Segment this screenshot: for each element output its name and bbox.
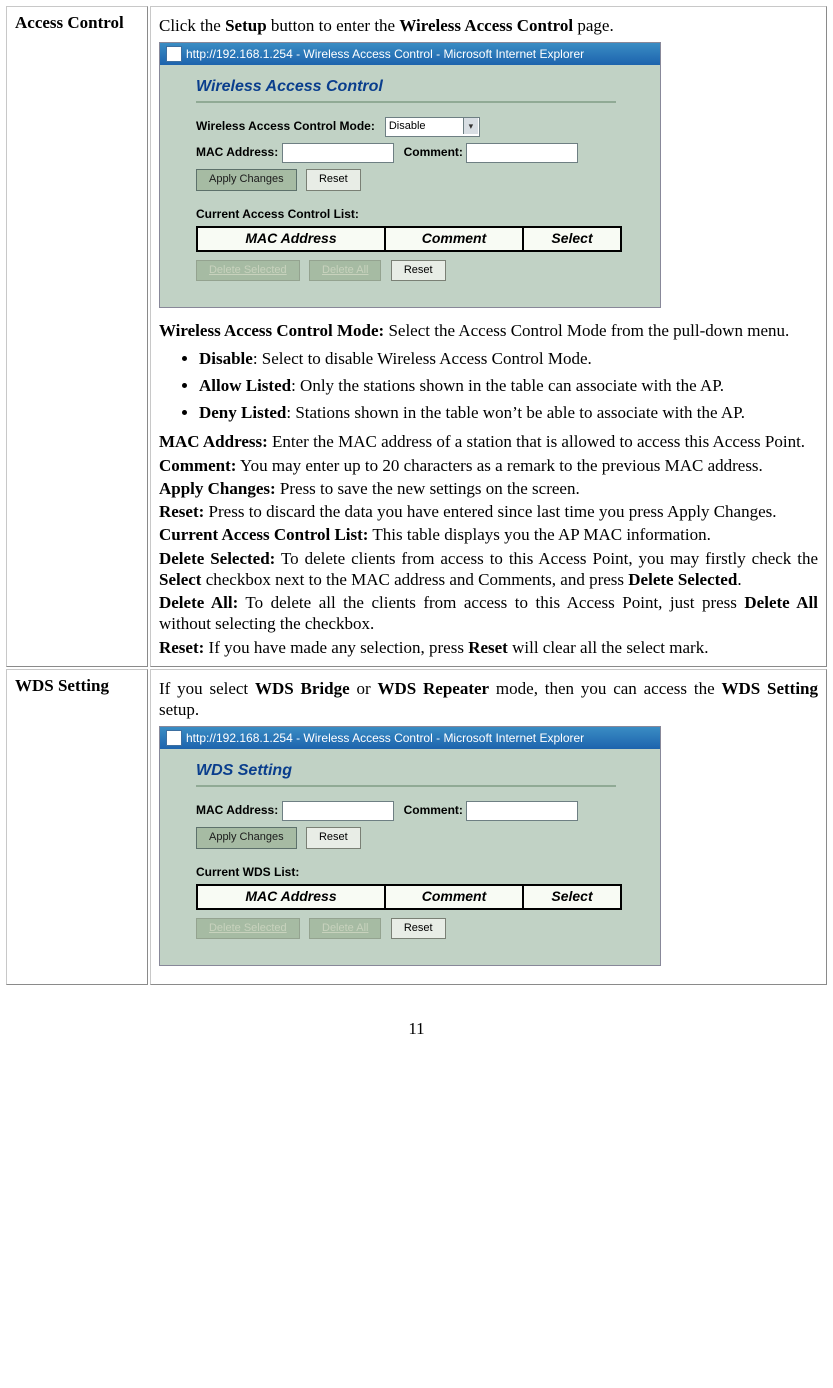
- window-title-text: http://192.168.1.254 - Wireless Access C…: [186, 47, 584, 62]
- panel-heading: Wireless Access Control: [196, 77, 616, 103]
- comment-input[interactable]: [466, 801, 578, 821]
- mode-list: Disable: Select to disable Wireless Acce…: [159, 348, 818, 424]
- mac-input[interactable]: [282, 801, 394, 821]
- row-mode: Wireless Access Control Mode: Disable: [196, 117, 644, 137]
- delete-selected-button[interactable]: Delete Selected: [196, 918, 300, 940]
- mode-select[interactable]: Disable: [385, 117, 480, 137]
- mac-label: MAC Address:: [196, 803, 278, 817]
- mac-label: MAC Address:: [196, 145, 278, 159]
- reset2-line: Reset: If you have made any selection, p…: [159, 637, 818, 658]
- comment-line: Comment: You may enter up to 20 characte…: [159, 455, 818, 476]
- reset-button[interactable]: Reset: [306, 827, 361, 849]
- wacm-line: Wireless Access Control Mode: Select the…: [159, 320, 818, 341]
- mac-line: MAC Address: Enter the MAC address of a …: [159, 431, 818, 452]
- window-titlebar: http://192.168.1.254 - Wireless Access C…: [160, 43, 660, 65]
- intro-line-1: Click the Setup button to enter the Wire…: [159, 15, 818, 36]
- reset-list-button[interactable]: Reset: [391, 260, 446, 282]
- comment-input[interactable]: [466, 143, 578, 163]
- screenshot-wds-setting: http://192.168.1.254 - Wireless Access C…: [159, 726, 661, 966]
- definition-table: Access Control Click the Setup button to…: [4, 4, 829, 987]
- mode-deny-item: Deny Listed: Stations shown in the table…: [199, 402, 818, 423]
- page-number: 11: [0, 1019, 833, 1039]
- th-mac: MAC Address: [197, 227, 385, 251]
- comment-label: Comment:: [404, 803, 463, 817]
- row-label-wds: WDS Setting: [6, 669, 148, 986]
- screenshot-wireless-access-control: http://192.168.1.254 - Wireless Access C…: [159, 42, 661, 308]
- delete-all-button[interactable]: Delete All: [309, 918, 381, 940]
- apply-changes-button[interactable]: Apply Changes: [196, 827, 297, 849]
- row-mac-comment: MAC Address: Comment:: [196, 143, 644, 163]
- intro-line-2: If you select WDS Bridge or WDS Repeater…: [159, 678, 818, 721]
- access-control-table: MAC Address Comment Select: [196, 226, 622, 252]
- row-mac-comment: MAC Address: Comment:: [196, 801, 644, 821]
- mode-label: Wireless Access Control Mode:: [196, 119, 375, 133]
- ie-icon: [166, 730, 182, 746]
- current-list-label: Current Access Control List:: [196, 207, 644, 222]
- th-comment: Comment: [385, 885, 523, 909]
- reset1-line: Reset: Press to discard the data you hav…: [159, 501, 818, 522]
- window-titlebar: http://192.168.1.254 - Wireless Access C…: [160, 727, 660, 749]
- mac-input[interactable]: [282, 143, 394, 163]
- row-label-access-control: Access Control: [6, 6, 148, 667]
- apply-line: Apply Changes: Press to save the new set…: [159, 478, 818, 499]
- th-select: Select: [523, 227, 621, 251]
- window-title-text: http://192.168.1.254 - Wireless Access C…: [186, 731, 584, 746]
- delete-selected-button[interactable]: Delete Selected: [196, 260, 300, 282]
- th-select: Select: [523, 885, 621, 909]
- current-line: Current Access Control List: This table …: [159, 524, 818, 545]
- apply-changes-button[interactable]: Apply Changes: [196, 169, 297, 191]
- comment-label: Comment:: [404, 145, 463, 159]
- delete-all-line: Delete All: To delete all the clients fr…: [159, 592, 818, 635]
- th-comment: Comment: [385, 227, 523, 251]
- row-content-wds: If you select WDS Bridge or WDS Repeater…: [150, 669, 827, 986]
- reset-list-button[interactable]: Reset: [391, 918, 446, 940]
- delete-selected-line: Delete Selected: To delete clients from …: [159, 548, 818, 591]
- current-list-label: Current WDS List:: [196, 865, 644, 880]
- mode-disable-item: Disable: Select to disable Wireless Acce…: [199, 348, 818, 369]
- wds-table: MAC Address Comment Select: [196, 884, 622, 910]
- ie-icon: [166, 46, 182, 62]
- reset-button[interactable]: Reset: [306, 169, 361, 191]
- panel-heading: WDS Setting: [196, 761, 616, 787]
- row-content-access-control: Click the Setup button to enter the Wire…: [150, 6, 827, 667]
- mode-allow-item: Allow Listed: Only the stations shown in…: [199, 375, 818, 396]
- th-mac: MAC Address: [197, 885, 385, 909]
- delete-all-button[interactable]: Delete All: [309, 260, 381, 282]
